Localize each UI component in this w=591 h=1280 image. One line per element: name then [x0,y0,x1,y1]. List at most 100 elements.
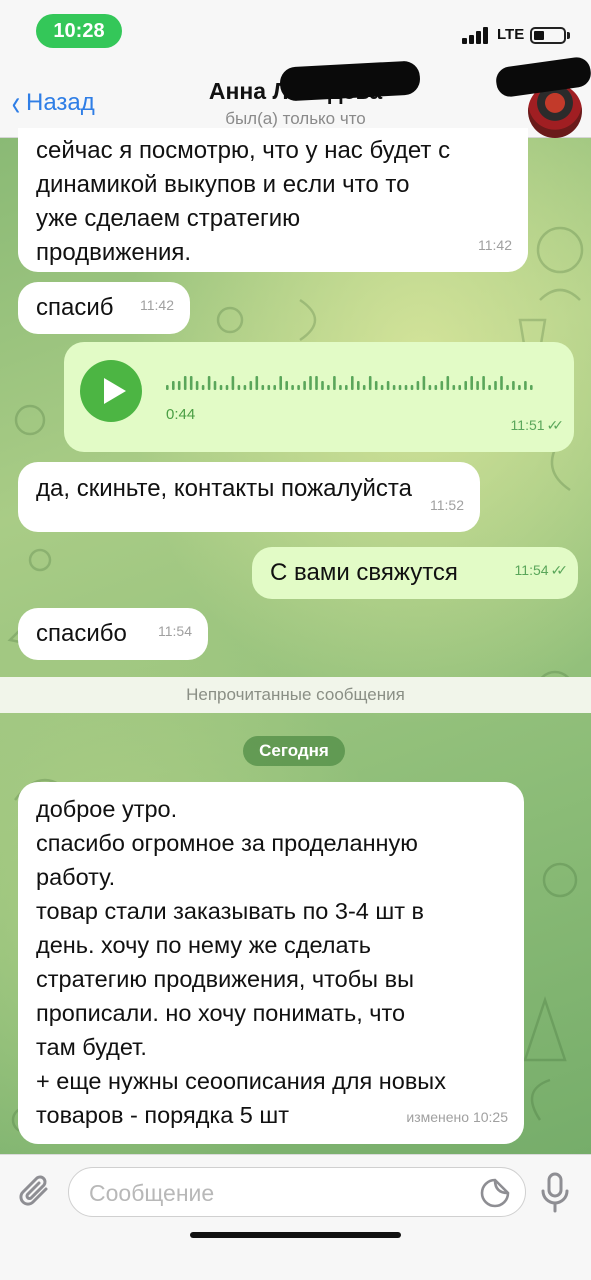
waveform-bar [440,381,444,390]
waveform-bar [530,385,533,390]
waveform-bar [219,385,223,390]
message-text: да, скиньте, контакты пожалуйста [36,475,412,502]
waveform-bar [476,381,479,390]
waveform-bar [291,385,294,390]
waveform-bar [374,381,378,390]
waveform-bar [404,385,408,390]
message-input[interactable]: Сообщение [68,1167,526,1217]
waveform-bar [398,385,402,390]
waveform-bar [362,385,366,390]
waveform-bar [267,385,271,390]
waveform-bar [279,376,282,390]
unread-messages-divider: Непрочитанные сообщения [0,677,591,713]
waveform-bar [327,385,330,390]
waveform-bar [416,381,420,390]
message-text: С вами свяжутся [270,559,458,586]
mic-icon[interactable] [538,1171,572,1215]
message-text: спасиб [36,294,114,321]
waveform-bar [392,385,396,390]
message-status: 11:51 ✓✓ [510,408,565,442]
waveform-bar [452,385,456,390]
waveform-bar [231,376,235,390]
waveform-bar [225,385,229,390]
message-bubble-incoming[interactable]: да, скиньте, контакты пожалуйста 11:52 [18,462,480,532]
message-time: 11:51 [510,417,545,433]
message-input-bar: Сообщение [0,1154,591,1280]
message-bubble-incoming[interactable]: сейчас я посмотрю, что у нас будет с дин… [18,128,528,272]
waveform-bar [309,376,312,390]
message-time: 11:54 [158,623,192,639]
message-time: 11:52 [430,497,464,513]
waveform-bar [494,381,497,390]
waveform-bar [195,381,199,390]
waveform-bar [297,385,300,390]
message-time: 11:54 [514,562,549,578]
message-edited-time: изменено 10:25 [406,1109,508,1125]
waveform-bar [458,385,461,390]
waveform-bar [166,385,169,390]
play-button[interactable] [80,360,142,422]
waveform-bar [333,376,336,390]
waveform-bar [351,376,354,390]
waveform-bar [345,385,348,390]
waveform-bar [500,376,503,390]
waveform-bar [368,376,372,390]
waveform-bar [434,385,438,390]
waveform-bar [422,376,426,390]
waveform-bar [183,376,187,390]
waveform-bar [524,381,527,390]
message-text: спасибо [36,620,127,647]
waveform-bar [255,376,259,390]
waveform-bar [177,381,181,390]
battery-icon [530,27,566,44]
network-type: LTE [497,26,525,43]
waveform-bar [285,381,288,390]
message-time: 11:42 [478,237,512,253]
waveform-bar [249,381,253,390]
voice-message-bubble[interactable]: 0:44 11:51 ✓✓ [64,342,574,452]
message-text: сейчас я посмотрю, что у нас будет с дин… [36,137,451,266]
status-time: 10:28 [36,14,122,48]
waveform-bar [410,385,414,390]
attach-icon[interactable] [16,1171,54,1211]
waveform-bar [339,385,342,390]
sticker-icon[interactable] [479,1177,511,1209]
waveform-bar [512,381,515,390]
waveform-bar [189,376,193,390]
waveform-bar [446,376,450,390]
waveform-bar [213,381,217,390]
chat-subtitle: был(а) только что [225,109,366,128]
waveform-bar [237,385,241,390]
waveform-bar [243,385,247,390]
waveform-bar [488,385,491,390]
waveform-bar [482,376,485,390]
waveform-bar [357,381,360,390]
message-bubble-incoming[interactable]: доброе утро. спасибо огромное за продела… [18,782,524,1144]
waveform-bar [273,385,276,390]
waveform-bar [172,381,175,390]
waveform-bar [386,381,390,390]
home-indicator [190,1232,401,1238]
message-status: 11:54 ✓✓ [514,553,569,587]
read-checks-icon: ✓✓ [546,417,565,433]
waveform-bar [261,385,265,390]
waveform-bar [303,381,306,390]
message-bubble-outgoing[interactable]: С вами свяжутся 11:54 ✓✓ [252,547,578,599]
read-checks-icon: ✓✓ [550,562,569,578]
message-input-placeholder: Сообщение [89,1180,215,1206]
voice-waveform[interactable] [166,368,536,390]
waveform-bar [464,381,467,390]
status-bar: 10:28 LTE [0,0,591,62]
voice-duration: 0:44 [166,406,196,423]
message-time: 11:42 [140,297,174,313]
date-divider: Сегодня [243,736,345,766]
waveform-bar [470,376,473,390]
waveform-bar [506,385,509,390]
waveform-bar [315,376,318,390]
message-bubble-incoming[interactable]: спасибо 11:54 [18,608,208,660]
message-bubble-incoming[interactable]: спасиб 11:42 [18,282,190,334]
waveform-bar [207,376,211,390]
waveform-bar [518,385,521,390]
signal-strength-icon [462,26,492,44]
waveform-bar [321,381,324,390]
